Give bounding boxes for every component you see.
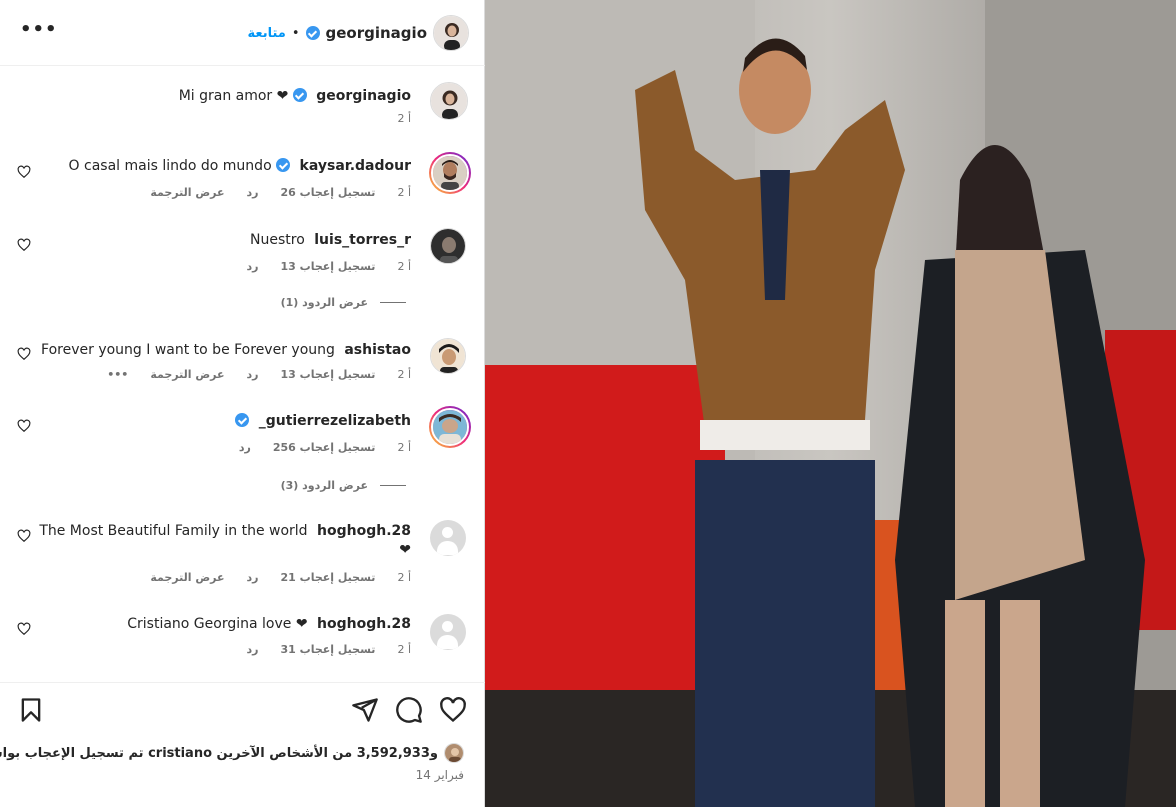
comment-icon[interactable] xyxy=(395,696,423,724)
header-avatar[interactable] xyxy=(433,15,469,51)
comment-more-button[interactable]: ••• xyxy=(107,368,128,381)
comment-text-line: Cristiano Georgina love ❤ hoghogh.28 xyxy=(127,615,411,633)
comment-username[interactable]: _gutierrezelizabeth xyxy=(259,413,411,429)
reply-button[interactable]: رد xyxy=(247,643,259,656)
comment-text-line: Nuestro luis_torres_r xyxy=(250,231,411,249)
divider xyxy=(380,485,406,486)
reply-button[interactable]: رد xyxy=(247,368,259,381)
verified-icon xyxy=(292,88,307,102)
post-date[interactable]: 14 فبراير xyxy=(416,768,464,782)
comment-text-line: Forever young I want to be Forever young… xyxy=(41,341,411,359)
view-replies-label: عرض الردود (1) xyxy=(280,296,368,309)
comment-avatar[interactable] xyxy=(429,152,471,194)
comment-avatar[interactable] xyxy=(429,406,471,448)
view-replies-button[interactable]: عرض الردود (3) xyxy=(281,479,406,492)
view-replies-label: عرض الردود (3) xyxy=(280,479,368,492)
caption-text-line: Mi gran amor ❤ georginagio xyxy=(179,87,411,105)
verified-icon xyxy=(305,26,320,40)
comment-time[interactable]: 2 أ xyxy=(397,643,411,656)
comment-meta: 2 أ 13 تسجيل إعجاب رد عرض الترجمة ••• xyxy=(107,368,411,381)
comment-likes[interactable]: 31 تسجيل إعجاب xyxy=(281,643,376,656)
comment-meta: 2 أ 21 تسجيل إعجاب رد عرض الترجمة xyxy=(150,571,411,584)
likes-summary: تم تسجيل الإعجاب بواسطة cristiano و3,592… xyxy=(0,743,464,763)
actions-divider xyxy=(0,682,485,683)
comment-meta: 2 أ 13 تسجيل إعجاب رد xyxy=(247,260,411,273)
reply-button[interactable]: رد xyxy=(247,571,259,584)
translate-button[interactable]: عرض الترجمة xyxy=(150,571,224,584)
comment-avatar[interactable] xyxy=(430,338,466,374)
translate-button[interactable]: عرض الترجمة xyxy=(150,368,224,381)
share-icon[interactable] xyxy=(351,696,379,724)
heart-icon[interactable] xyxy=(439,696,467,724)
view-replies-button[interactable]: عرض الردود (1) xyxy=(281,296,406,309)
comment-text-line: O casal mais lindo do mundo kaysar.dadou… xyxy=(69,157,411,175)
caption-avatar[interactable] xyxy=(430,82,468,120)
comment-meta: 2 أ 256 تسجيل إعجاب رد xyxy=(239,441,411,454)
follow-button[interactable]: متابعة xyxy=(248,26,286,41)
comment-time[interactable]: 2 أ xyxy=(397,571,411,584)
comment-username[interactable]: hoghogh.28 xyxy=(317,616,411,632)
header-username[interactable]: georginagio xyxy=(326,24,427,42)
comment-time[interactable]: 2 أ xyxy=(397,186,411,199)
comments-panel: ••• متابعة • georginagio Mi gran amor ❤ … xyxy=(0,0,485,807)
comment-text-line-2: ❤ xyxy=(399,541,411,559)
comment-text-line: The Most Beautiful Family in the world h… xyxy=(39,522,411,540)
more-options-button[interactable]: ••• xyxy=(20,20,57,46)
reply-button[interactable]: رد xyxy=(247,260,259,273)
heart-icon[interactable] xyxy=(17,347,31,361)
comment-likes[interactable]: 13 تسجيل إعجاب xyxy=(281,368,376,381)
caption-text: Mi gran amor ❤ xyxy=(178,88,289,104)
comment-meta: 2 أ 31 تسجيل إعجاب رد xyxy=(247,643,411,656)
heart-icon[interactable] xyxy=(17,622,31,636)
verified-icon xyxy=(235,413,250,427)
comment-likes[interactable]: 13 تسجيل إعجاب xyxy=(281,260,376,273)
caption-username[interactable]: georginagio xyxy=(316,88,411,104)
comment-text: Forever young I want to be Forever young xyxy=(41,342,340,358)
comment-text: Nuestro xyxy=(250,232,305,248)
reply-button[interactable]: رد xyxy=(239,441,251,454)
comment-time[interactable]: 2 أ xyxy=(397,368,411,381)
comment-text-line: _gutierrezelizabeth xyxy=(235,412,411,430)
translate-button[interactable]: عرض الترجمة xyxy=(150,186,224,199)
separator-dot: • xyxy=(291,25,300,41)
heart-icon[interactable] xyxy=(17,238,31,252)
caption-time[interactable]: 2 أ xyxy=(397,112,411,125)
comment-avatar[interactable] xyxy=(430,614,466,650)
post-photo-illustration xyxy=(485,0,1176,807)
comment-username[interactable]: ashistao xyxy=(344,342,411,358)
comment-text-continued: ❤ xyxy=(399,542,411,558)
header-user-block: متابعة • georginagio xyxy=(248,15,469,51)
likes-text[interactable]: تم تسجيل الإعجاب بواسطة cristiano و3,592… xyxy=(0,746,438,761)
comment-meta: 2 أ 26 تسجيل إعجاب رد عرض الترجمة xyxy=(150,186,411,199)
comment-likes[interactable]: 26 تسجيل إعجاب xyxy=(281,186,376,199)
comment-username[interactable]: kaysar.dadour xyxy=(300,158,411,174)
comment-time[interactable]: 2 أ xyxy=(397,441,411,454)
post-image[interactable] xyxy=(485,0,1176,807)
comment-avatar[interactable] xyxy=(430,228,466,264)
comment-text: The Most Beautiful Family in the world xyxy=(39,523,308,539)
comment-text: O casal mais lindo do mundo xyxy=(68,158,277,174)
reply-button[interactable]: رد xyxy=(247,186,259,199)
comment-text: Cristiano Georgina love ❤ xyxy=(127,616,308,632)
comment-username[interactable]: hoghogh.28 xyxy=(317,523,411,539)
heart-icon[interactable] xyxy=(17,165,31,179)
heart-icon[interactable] xyxy=(17,419,31,433)
post-header: ••• متابعة • georginagio xyxy=(0,0,485,66)
heart-icon[interactable] xyxy=(17,529,31,543)
comment-time[interactable]: 2 أ xyxy=(397,260,411,273)
comment-likes[interactable]: 256 تسجيل إعجاب xyxy=(273,441,376,454)
verified-icon xyxy=(276,158,291,172)
comment-username[interactable]: luis_torres_r xyxy=(314,232,411,248)
comment-avatar[interactable] xyxy=(430,520,466,556)
caption-meta: 2 أ xyxy=(397,112,411,125)
liker-avatar[interactable] xyxy=(444,743,464,763)
bookmark-icon[interactable] xyxy=(17,696,45,724)
divider xyxy=(380,302,406,303)
comment-likes[interactable]: 21 تسجيل إعجاب xyxy=(281,571,376,584)
